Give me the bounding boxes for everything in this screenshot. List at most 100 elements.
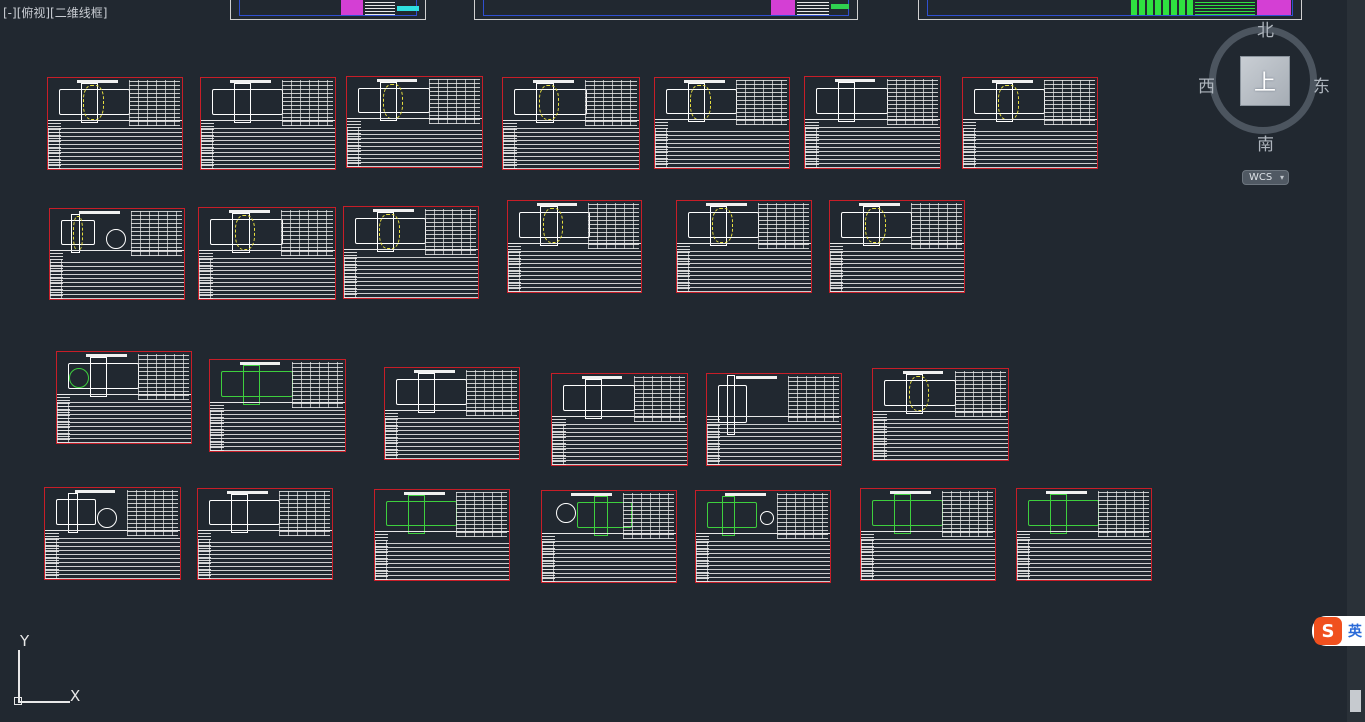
viewcube[interactable]: 上 北 南 东 西 — [1198, 21, 1330, 155]
viewcube-top-face[interactable]: 上 — [1240, 56, 1290, 106]
wcs-menu-button[interactable]: WCS ▾ — [1242, 170, 1289, 185]
drawing-sheet[interactable] — [198, 207, 336, 300]
scrollbar-thumb[interactable] — [1350, 690, 1361, 712]
bore-part-view — [760, 511, 774, 525]
gear-part-view — [97, 508, 117, 528]
sheet-divider — [830, 242, 964, 244]
drawing-sheet[interactable] — [197, 488, 333, 580]
drawing-sheet[interactable] — [706, 373, 842, 466]
drawing-sheet[interactable] — [551, 373, 688, 466]
sheet-parameter-table — [736, 80, 787, 125]
sheet-process-table — [45, 538, 180, 579]
drawing-sheet[interactable] — [676, 200, 812, 293]
sheet-parameter-table — [131, 211, 182, 256]
drawing-sheet[interactable] — [44, 487, 181, 580]
drawing-sheet[interactable] — [962, 77, 1098, 169]
sheet-divider — [508, 242, 641, 244]
sheet-divider — [50, 250, 184, 252]
sheet-process-table — [963, 127, 1097, 168]
sheet-divider — [542, 532, 676, 534]
sheet-divider — [199, 249, 335, 251]
sheet-titleblock — [797, 0, 829, 15]
sheet-parameter-table — [282, 80, 333, 126]
view-control-label[interactable]: [-][俯视][二维线框] — [3, 4, 107, 21]
sheet-divider — [861, 530, 995, 532]
sheet-process-table — [508, 251, 641, 292]
ucs-y-label: Y — [20, 632, 30, 650]
sheet-process-table — [375, 539, 509, 580]
sheet-titleblock-cyan — [397, 6, 419, 11]
sheet-process-table — [199, 258, 335, 299]
shaft-part-view — [973, 82, 1046, 123]
drawing-sheet[interactable] — [502, 77, 640, 170]
drawing-sheet[interactable] — [56, 351, 192, 444]
shaft-part-view — [665, 82, 738, 123]
shaft-part-view — [55, 492, 96, 533]
compass-north[interactable]: 北 — [1257, 16, 1274, 41]
sheet-process-table — [805, 127, 940, 168]
sheet-process-table — [861, 539, 995, 580]
drawing-sheet[interactable] — [200, 77, 336, 170]
shaft-part-view — [208, 493, 281, 534]
sheet-parameter-table — [942, 491, 993, 537]
ucs-x-axis — [18, 701, 70, 703]
sheet-divider — [503, 119, 639, 121]
sheet-titleblock-magenta — [771, 0, 795, 15]
shaft-part-view — [220, 364, 293, 405]
ime-toolbar[interactable]: S 英 — [1312, 616, 1365, 646]
drawing-sheet[interactable] — [346, 76, 483, 168]
sheet-parameter-table — [1044, 80, 1095, 125]
sheet-parameter-table — [758, 203, 809, 249]
drawing-sheet[interactable] — [829, 200, 965, 293]
sheet-divider — [210, 401, 345, 403]
sheet-parameter-table — [585, 80, 637, 126]
drawing-sheet[interactable] — [47, 77, 183, 170]
shaft-part-view — [209, 212, 283, 253]
ime-mode-indicator[interactable]: 英 — [1348, 621, 1362, 641]
drawing-sheet[interactable] — [804, 76, 941, 169]
drawing-sheet[interactable] — [654, 77, 790, 169]
sheet-process-table — [48, 128, 182, 169]
drawing-sheet[interactable] — [209, 359, 346, 452]
sheet-parameter-table — [129, 80, 180, 126]
sheet-parameter-table — [954, 371, 1006, 417]
sheet-process-table — [385, 418, 519, 459]
drawing-sheet[interactable] — [1016, 488, 1152, 581]
drawing-sheet-top-1[interactable] — [230, 0, 426, 20]
sheet-process-table — [552, 424, 687, 465]
wcs-label: WCS — [1249, 172, 1273, 183]
sheet-parameter-table — [281, 210, 333, 256]
sheet-process-table — [830, 251, 964, 292]
drawing-viewport[interactable]: [-][俯视][二维线框] 上 北 南 东 西 WCS ▾ Y X — [0, 0, 1347, 722]
sheet-title-bar — [74, 490, 116, 493]
shaft-part-view — [883, 373, 956, 414]
shaft-part-view — [67, 356, 140, 397]
drawing-sheet[interactable] — [49, 208, 185, 300]
shaft-part-view — [840, 205, 913, 246]
drawing-sheet-top-2[interactable] — [474, 0, 858, 20]
shaft-part-view — [211, 82, 284, 123]
sheet-parameter-table — [138, 354, 189, 400]
drawing-sheet[interactable] — [343, 206, 479, 299]
drawing-sheet[interactable] — [374, 489, 510, 581]
sheet-process-table — [201, 128, 335, 169]
vertical-scrollbar[interactable] — [1347, 0, 1365, 722]
sheet-titleblock-green — [831, 4, 849, 9]
sheet-process-table — [347, 126, 482, 167]
sheet-parameter-table — [291, 362, 343, 408]
drawing-sheet[interactable] — [695, 490, 831, 583]
sheet-divider — [347, 118, 482, 120]
drawing-sheet[interactable] — [872, 368, 1009, 461]
drawing-sheet[interactable] — [507, 200, 642, 293]
compass-east[interactable]: 东 — [1313, 72, 1330, 97]
shaft-part-view — [385, 494, 458, 535]
compass-west[interactable]: 西 — [1198, 72, 1215, 97]
compass-south[interactable]: 南 — [1257, 130, 1274, 155]
drawing-sheet[interactable] — [384, 367, 520, 460]
drawing-sheet[interactable] — [860, 488, 996, 581]
shaft-part-view — [1027, 493, 1100, 534]
drawing-sheet[interactable] — [541, 490, 677, 583]
ucs-origin-marker — [14, 697, 22, 705]
sheet-divider — [552, 415, 687, 417]
drawing-sheet-top-3[interactable] — [918, 0, 1302, 20]
